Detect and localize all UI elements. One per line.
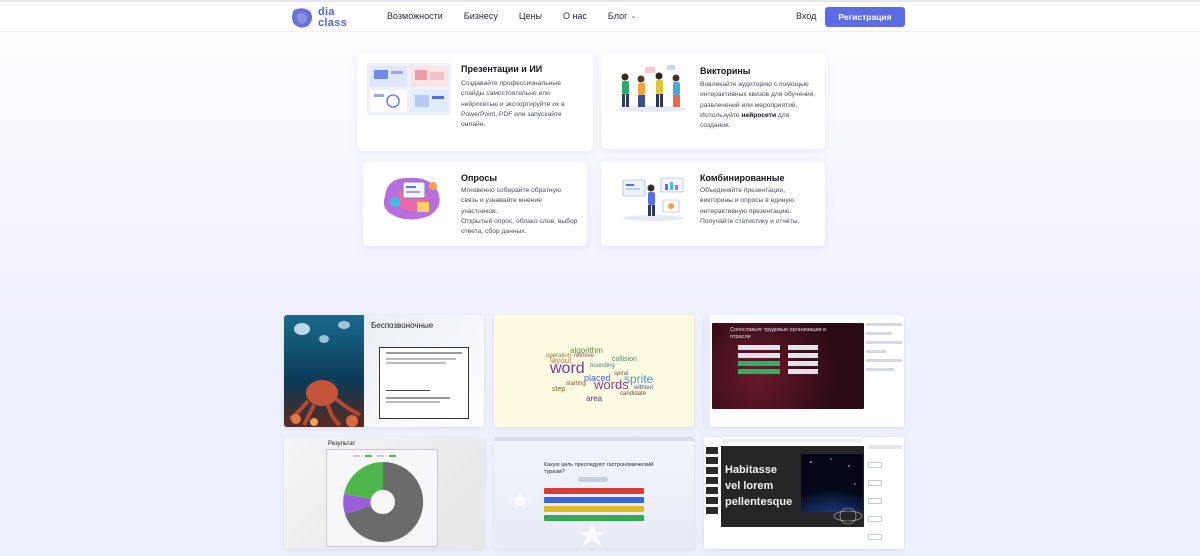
slide-title: Беспозвоночные	[371, 321, 434, 330]
feature-text-quizzes-bold: нейросети	[741, 111, 777, 119]
space-text-line-3: pellentesque	[725, 496, 793, 508]
cloud-word-12: without	[633, 385, 653, 391]
template-thumbnail-results[interactable]: Результат	[284, 437, 484, 549]
chevron-down-icon: ⌄	[630, 13, 637, 20]
cloud-word-9: retrieve	[574, 353, 595, 359]
signup-button[interactable]: Регистрация	[825, 7, 905, 27]
cloud-word-14: starting	[566, 381, 586, 387]
combined-illustration	[622, 177, 684, 221]
nav-business[interactable]: Бизнесу	[464, 11, 498, 21]
matching-slide: Сопоставьте трудовые организации в отрас…	[712, 323, 864, 409]
nav-blog[interactable]: Блог ⌄	[608, 11, 636, 21]
feature-text-quizzes-pre: Используйте	[700, 111, 742, 119]
cloud-word-6: collision	[612, 356, 637, 363]
space-slide-text: Habitasse vel lorem pellentesque	[725, 462, 792, 510]
template-thumbnail-word-cloud[interactable]: word algorithm sprite words placed layou…	[494, 315, 694, 427]
feature-card-quizzes[interactable]: Викторины Вовлекайте аудиторию с помощью…	[601, 53, 825, 149]
feature-text-polls: Мгновенно собирайте обратную связь и узн…	[461, 186, 579, 237]
space-text-line-2: vel lorem	[725, 480, 774, 492]
feature-title-presentations: Презентации и ИИ	[461, 64, 543, 74]
editor-slide-list	[706, 447, 718, 547]
cloud-word-7: area	[586, 394, 603, 403]
cloud-word-13: operation	[546, 353, 571, 359]
presentations-illustration	[367, 63, 451, 115]
nav-about[interactable]: О нас	[563, 11, 587, 21]
nav-prices[interactable]: Цены	[519, 11, 542, 21]
site-header: dia class Возможности Бизнесу Цены О нас…	[0, 2, 1200, 32]
quizzes-illustration	[618, 65, 686, 112]
editor-properties-panel-2	[868, 445, 902, 545]
template-thumbnail-quiz[interactable]: Какую цель преследуют гастрономический т…	[494, 437, 694, 549]
polls-illustration	[383, 177, 440, 220]
feature-text-polls-main: Мгновенно собирайте обратную связь и узн…	[461, 187, 561, 215]
logo-text-class: class	[318, 17, 348, 29]
editor-top-bar	[722, 439, 862, 443]
results-donut-chart	[343, 455, 424, 542]
slide-text-box	[379, 347, 469, 419]
template-thumbnail-space[interactable]: Habitasse vel lorem pellentesque	[704, 437, 904, 549]
feature-title-polls: Опросы	[461, 173, 498, 183]
feature-title-quizzes: Викторины	[700, 66, 751, 76]
orbit-decoration-icon	[833, 507, 863, 525]
logo[interactable]: dia class	[290, 4, 350, 32]
login-link[interactable]: Вход	[796, 11, 816, 21]
feature-card-combined[interactable]: Комбинированные Объединяйте презентации,…	[601, 162, 825, 246]
template-thumbnail-invertebrates[interactable]: Беспозвоночные	[284, 315, 484, 427]
cloud-word-8: step	[552, 386, 565, 393]
feature-title-combined: Комбинированные	[700, 173, 785, 183]
matching-question: Сопоставьте трудовые организации в отрас…	[730, 327, 827, 340]
cloud-word-11: candidate	[620, 391, 647, 397]
feature-text-combined: Объединяйте презентации, викторины и опр…	[700, 187, 800, 225]
feature-text-presentations: Создавайте профессиональные слайды самос…	[461, 80, 565, 129]
results-chart-card	[326, 449, 438, 547]
feature-text-quizzes: Вовлекайте аудиторию с помощью интеракти…	[700, 80, 818, 131]
feature-text-quizzes-main: Вовлекайте аудиторию с помощью интеракти…	[700, 81, 816, 109]
logo-icon	[292, 8, 313, 28]
editor-sidebar	[704, 315, 710, 427]
space-slide: Habitasse vel lorem pellentesque	[721, 446, 864, 527]
feature-card-polls[interactable]: Опросы Мгновенно собирайте обратную связ…	[363, 162, 587, 246]
main-nav: Возможности Бизнесу Цены О нас Блог ⌄	[387, 11, 657, 21]
cloud-word-10: bounding	[590, 363, 615, 369]
feature-text-polls-secondary: Открытый опрос, облако слов, выбор ответ…	[461, 217, 578, 236]
cloud-word-4: placed	[584, 373, 611, 383]
star-decoration-icon	[510, 491, 605, 546]
template-thumbnail-matching[interactable]: Сопоставьте трудовые организации в отрас…	[704, 315, 904, 427]
word-cloud: word algorithm sprite words placed layou…	[546, 346, 654, 403]
cloud-word-15: spiral	[614, 371, 628, 377]
feature-card-presentations[interactable]: Презентации и ИИ Создавайте профессионал…	[357, 53, 593, 151]
results-title: Результат	[328, 441, 356, 447]
space-text-line-1: Habitasse	[725, 464, 777, 476]
editor-properties-panel	[866, 323, 902, 423]
nav-features[interactable]: Возможности	[387, 11, 443, 21]
